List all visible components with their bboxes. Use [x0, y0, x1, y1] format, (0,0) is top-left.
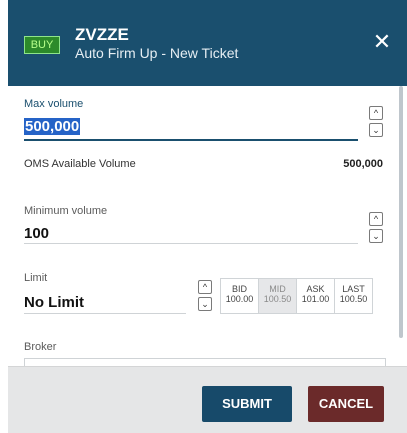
increment-icon[interactable]: ^: [369, 212, 383, 226]
oms-available-value: 500,000: [343, 158, 383, 170]
dialog-footer: SUBMIT CANCEL: [8, 366, 407, 433]
min-volume-label: Minimum volume: [24, 205, 108, 217]
min-volume-underline: [24, 243, 358, 244]
decrement-icon[interactable]: ⌄: [369, 123, 383, 137]
max-volume-value: 500,000: [24, 118, 81, 135]
dialog-subtitle: Auto Firm Up - New Ticket: [75, 45, 239, 61]
ask-price-button[interactable]: ASK 101.00: [296, 278, 335, 314]
scrollbar[interactable]: [399, 86, 403, 338]
broker-label: Broker: [24, 341, 57, 353]
decrement-icon[interactable]: ⌄: [369, 229, 383, 243]
max-volume-underline: [24, 139, 358, 141]
mid-label: MID: [269, 284, 286, 294]
last-label: LAST: [342, 284, 365, 294]
dialog-header: BUY ZVZZE Auto Firm Up - New Ticket ✕: [8, 0, 407, 86]
ask-label: ASK: [306, 284, 325, 294]
limit-input[interactable]: No Limit: [24, 294, 84, 311]
ticket-dialog: BUY ZVZZE Auto Firm Up - New Ticket ✕ Ma…: [8, 0, 407, 433]
max-volume-label: Max volume: [24, 98, 84, 110]
cancel-button[interactable]: CANCEL: [308, 386, 384, 422]
max-volume-stepper[interactable]: ^ ⌄: [369, 106, 383, 138]
mid-value: 100.50: [263, 294, 292, 304]
increment-icon[interactable]: ^: [198, 280, 212, 294]
increment-icon[interactable]: ^: [369, 106, 383, 120]
last-price-button[interactable]: LAST 100.50: [334, 278, 373, 314]
symbol-title: ZVZZE: [75, 25, 129, 44]
close-icon[interactable]: ✕: [372, 31, 392, 53]
price-selector: BID 100.00 MID 100.50 ASK 101.00 LAST 10…: [220, 278, 373, 314]
submit-button[interactable]: SUBMIT: [202, 386, 292, 422]
mid-price-button[interactable]: MID 100.50: [258, 278, 297, 314]
decrement-icon[interactable]: ⌄: [198, 297, 212, 311]
min-volume-stepper[interactable]: ^ ⌄: [369, 212, 383, 244]
bid-price-button[interactable]: BID 100.00: [220, 278, 259, 314]
oms-available-label: OMS Available Volume: [24, 158, 136, 170]
bid-label: BID: [231, 284, 247, 294]
limit-label: Limit: [24, 272, 48, 284]
min-volume-input[interactable]: 100: [24, 225, 49, 242]
max-volume-input[interactable]: 500,000: [24, 118, 81, 135]
side-badge: BUY: [24, 36, 60, 54]
limit-stepper[interactable]: ^ ⌄: [198, 280, 212, 312]
last-value: 100.50: [339, 294, 368, 304]
bid-value: 100.00: [225, 294, 254, 304]
limit-underline: [24, 313, 186, 314]
ask-value: 101.00: [301, 294, 330, 304]
